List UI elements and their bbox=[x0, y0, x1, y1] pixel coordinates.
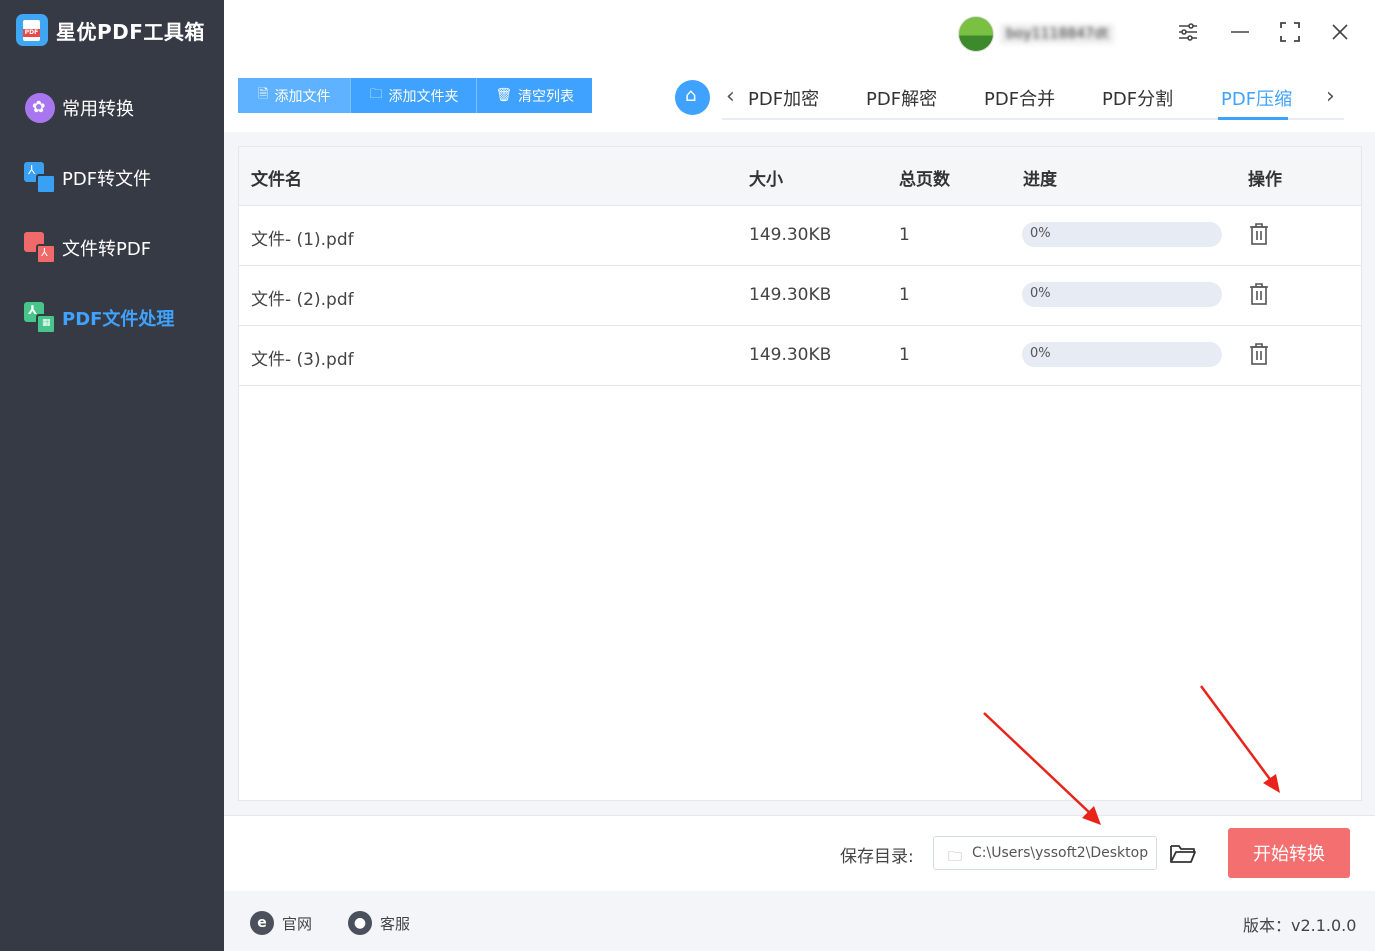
sidebar-item-file-to-pdf[interactable]: ⅄ 文件转PDF bbox=[24, 232, 151, 264]
progress-bar: 0% bbox=[1022, 342, 1222, 367]
progress-bar: 0% bbox=[1022, 222, 1222, 247]
save-path-field[interactable]: C:\Users\yssoft2\Desktop bbox=[933, 836, 1157, 870]
sidebar-item-pdf-to-file[interactable]: ⅄ PDF转文件 bbox=[24, 162, 151, 194]
bottom-bar bbox=[224, 815, 1375, 892]
add-folder-label: 添加文件夹 bbox=[388, 88, 459, 105]
version-label: 版本：v2.1.0.0 bbox=[1243, 916, 1357, 935]
sidebar-item-label: PDF文件处理 bbox=[62, 309, 175, 330]
file-size: 149.30KB bbox=[749, 225, 832, 245]
table-header: 文件名 大小 总页数 进度 操作 bbox=[239, 147, 1361, 206]
tab-pdf-encrypt[interactable]: PDF加密 bbox=[748, 85, 819, 111]
progress-text: 0% bbox=[1030, 346, 1051, 361]
open-folder-icon[interactable] bbox=[1168, 838, 1198, 868]
delete-icon[interactable] bbox=[1249, 283, 1269, 305]
support-link[interactable]: ● 客服 bbox=[348, 911, 410, 935]
pdf-to-file-icon: ⅄ bbox=[24, 162, 56, 194]
tab-pdf-split[interactable]: PDF分割 bbox=[1102, 85, 1173, 111]
brand: 星优PDF工具箱 bbox=[16, 14, 205, 46]
table-row[interactable]: 文件- (1).pdf 149.30KB 1 0% bbox=[239, 205, 1361, 266]
sidebar-item-common-convert[interactable]: 常用转换 bbox=[24, 92, 134, 124]
add-folder-button[interactable]: 🗀 添加文件夹 bbox=[351, 78, 478, 113]
header-actions: 操作 bbox=[1248, 170, 1282, 190]
file-size: 149.30KB bbox=[749, 345, 832, 365]
clear-list-label: 清空列表 bbox=[517, 88, 574, 105]
table-row[interactable]: 文件- (2).pdf 149.30KB 1 0% bbox=[239, 265, 1361, 326]
sidebar-item-label: 常用转换 bbox=[62, 99, 134, 120]
chevron-right-icon[interactable]: › bbox=[1326, 84, 1335, 109]
home-icon[interactable] bbox=[675, 80, 710, 115]
close-icon[interactable] bbox=[1327, 20, 1353, 46]
save-dir-label: 保存目录: bbox=[840, 847, 914, 867]
file-pages: 1 bbox=[899, 345, 910, 365]
username: boy1118847dt bbox=[1000, 24, 1115, 44]
header-pages: 总页数 bbox=[899, 170, 950, 190]
tab-pdf-merge[interactable]: PDF合并 bbox=[984, 85, 1055, 111]
active-tab-indicator bbox=[1218, 117, 1288, 120]
minimize-icon[interactable] bbox=[1227, 20, 1253, 46]
progress-text: 0% bbox=[1030, 226, 1051, 241]
folder-outline-icon: 🗀 bbox=[948, 849, 962, 865]
app-title: 星优PDF工具箱 bbox=[56, 19, 205, 44]
sidebar: 星优PDF工具箱 常用转换 ⅄ PDF转文件 ⅄ 文件转PDF ⅄▦ PDF文件… bbox=[0, 0, 224, 951]
file-table: 文件名 大小 总页数 进度 操作 文件- (1).pdf 149.30KB 1 … bbox=[238, 146, 1362, 801]
tab-pdf-decrypt[interactable]: PDF解密 bbox=[866, 85, 937, 111]
support-label: 客服 bbox=[380, 914, 411, 933]
file-to-pdf-icon: ⅄ bbox=[24, 232, 56, 264]
pdf-process-icon: ⅄ ▦ bbox=[24, 302, 56, 334]
add-file-button[interactable]: 🗎 添加文件 bbox=[238, 78, 352, 113]
header-progress: 进度 bbox=[1023, 170, 1057, 190]
sidebar-item-label: 文件转PDF bbox=[62, 239, 152, 260]
file-pages: 1 bbox=[899, 285, 910, 305]
flower-icon bbox=[24, 92, 56, 124]
file-name: 文件- (1).pdf bbox=[251, 230, 354, 250]
file-icon: 🗎 bbox=[258, 86, 269, 102]
avatar bbox=[958, 16, 994, 52]
user-profile[interactable]: boy1118847dt bbox=[958, 16, 1115, 52]
delete-icon[interactable] bbox=[1249, 343, 1269, 365]
file-toolbar: 🗎 添加文件 🗀 添加文件夹 🗑 清空列表 bbox=[238, 78, 592, 113]
maximize-icon[interactable] bbox=[1277, 20, 1303, 46]
sidebar-item-pdf-process[interactable]: ⅄ ▦ PDF文件处理 bbox=[24, 302, 174, 334]
website-link[interactable]: e 官网 bbox=[250, 911, 312, 935]
settings-sliders-icon[interactable] bbox=[1175, 20, 1201, 46]
sidebar-item-label: PDF转文件 bbox=[62, 169, 152, 190]
progress-bar: 0% bbox=[1022, 282, 1222, 307]
clear-list-button[interactable]: 🗑 清空列表 bbox=[477, 78, 592, 113]
file-name: 文件- (2).pdf bbox=[251, 290, 354, 310]
add-file-label: 添加文件 bbox=[274, 88, 331, 105]
progress-text: 0% bbox=[1030, 286, 1051, 301]
header-filename: 文件名 bbox=[251, 170, 302, 190]
header-size: 大小 bbox=[749, 170, 783, 190]
table-row[interactable]: 文件- (3).pdf 149.30KB 1 0% bbox=[239, 325, 1361, 386]
file-name: 文件- (3).pdf bbox=[251, 350, 354, 370]
start-convert-button[interactable]: 开始转换 bbox=[1228, 828, 1350, 878]
file-size: 149.30KB bbox=[749, 285, 832, 305]
app-logo-icon bbox=[16, 14, 48, 46]
trash-icon: 🗑 bbox=[495, 88, 512, 103]
delete-icon[interactable] bbox=[1249, 223, 1269, 245]
folder-icon: 🗀 bbox=[369, 86, 383, 102]
file-pages: 1 bbox=[899, 225, 910, 245]
chat-icon: ● bbox=[348, 911, 372, 935]
chevron-left-icon[interactable]: ‹ bbox=[726, 84, 735, 109]
ie-icon: e bbox=[250, 911, 274, 935]
website-label: 官网 bbox=[282, 914, 313, 933]
tab-pdf-compress[interactable]: PDF压缩 bbox=[1221, 85, 1292, 111]
